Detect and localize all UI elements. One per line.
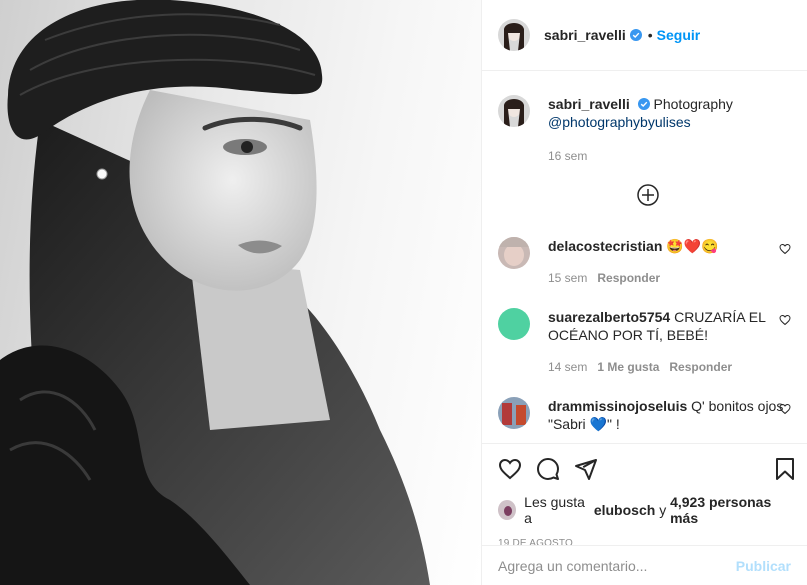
- liker-avatar: [498, 500, 517, 520]
- likes-summary[interactable]: Les gusta a elubosch y 4,923 personas má…: [498, 494, 791, 526]
- commenter-avatar[interactable]: [498, 397, 530, 429]
- comment-item: drammissinojoseluis Q' bonitos ojos "Sab…: [498, 397, 791, 433]
- heart-icon[interactable]: [779, 403, 791, 415]
- comment-time[interactable]: 15 sem: [548, 271, 587, 285]
- comment-time[interactable]: 14 sem: [548, 360, 587, 374]
- comments-list[interactable]: sabri_ravelli Photography @photographyby…: [482, 71, 807, 443]
- caption-mention[interactable]: @photographybyulises: [548, 113, 791, 131]
- comment-text: 🤩❤️😋: [666, 238, 719, 254]
- commenter-avatar[interactable]: [498, 308, 530, 340]
- caption-username[interactable]: sabri_ravelli: [548, 96, 630, 112]
- comment-likes[interactable]: 1 Me gusta: [597, 360, 659, 374]
- verified-icon: [629, 29, 642, 41]
- post-photo[interactable]: [0, 0, 481, 585]
- post-header: sabri_ravelli • Seguir: [482, 0, 807, 71]
- follow-separator: •: [647, 27, 653, 43]
- heart-icon[interactable]: [779, 314, 791, 326]
- caption: sabri_ravelli Photography @photographyby…: [498, 95, 791, 165]
- author-avatar[interactable]: [498, 19, 530, 51]
- comment-input[interactable]: [498, 557, 736, 574]
- publish-button[interactable]: Publicar: [736, 558, 791, 574]
- heart-icon[interactable]: [498, 457, 522, 481]
- likes-mid: y: [659, 502, 667, 518]
- author-username[interactable]: sabri_ravelli: [544, 27, 626, 43]
- caption-time[interactable]: 16 sem: [548, 147, 791, 165]
- post-actions: Les gusta a elubosch y 4,923 personas má…: [482, 443, 807, 549]
- author-avatar[interactable]: [498, 95, 530, 127]
- likes-prefix: Les gusta a: [524, 494, 585, 526]
- comment-username[interactable]: delacostecristian: [548, 238, 662, 254]
- comment-item: suarezalberto5754 CRUZARÍA EL OCÉANO POR…: [498, 308, 791, 376]
- plus-circle-icon[interactable]: [637, 184, 659, 206]
- comment-item: delacostecristian 🤩❤️😋 15 sem Responder: [498, 237, 791, 287]
- liker-username[interactable]: elubosch: [594, 502, 655, 518]
- reply-button[interactable]: Responder: [669, 360, 732, 374]
- post-side-panel: sabri_ravelli • Seguir sabri_ravelli Pho…: [481, 0, 807, 585]
- comment-username[interactable]: drammissinojoseluis: [548, 398, 687, 414]
- comment-icon[interactable]: [536, 457, 560, 481]
- caption-text: Photography: [653, 96, 733, 112]
- comment-username[interactable]: suarezalberto5754: [548, 309, 670, 325]
- add-comment-bar: Publicar: [482, 545, 807, 585]
- bookmark-icon[interactable]: [773, 457, 797, 481]
- share-icon[interactable]: [574, 457, 598, 481]
- commenter-avatar[interactable]: [498, 237, 530, 269]
- verified-icon: [637, 98, 650, 110]
- heart-icon[interactable]: [779, 243, 791, 255]
- follow-button[interactable]: Seguir: [657, 27, 701, 43]
- reply-button[interactable]: Responder: [597, 271, 660, 285]
- likes-count[interactable]: 4,923 personas más: [670, 494, 791, 526]
